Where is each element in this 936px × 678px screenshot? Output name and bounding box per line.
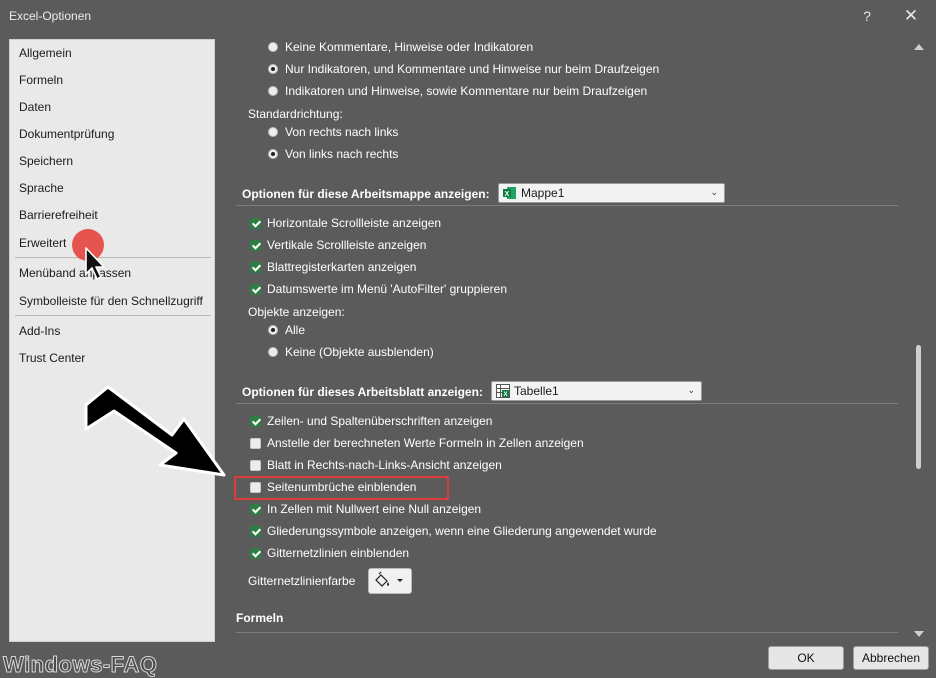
help-button[interactable]: ? — [853, 4, 881, 28]
nav-item-add-ins[interactable]: Add-Ins — [19, 324, 60, 338]
workbook-dropdown[interactable]: X Mappe1 ⌄ — [498, 183, 725, 203]
nav-item-erweitert[interactable]: Erweitert — [19, 236, 66, 250]
radio-rtl[interactable]: Von rechts nach links — [268, 122, 398, 142]
radio-button[interactable] — [268, 64, 278, 74]
worksheet-dropdown-value: Tabelle1 — [514, 384, 559, 398]
direction-label: Standardrichtung: — [248, 107, 343, 121]
worksheet-icon: X — [496, 384, 510, 398]
cb-row-col-headers[interactable]: Zeilen- und Spaltenüberschriften anzeige… — [250, 411, 492, 431]
workbook-section-label: Optionen für diese Arbeitsmappe anzeigen… — [242, 187, 490, 201]
checkbox[interactable] — [250, 283, 261, 295]
nav-item-schnellzugriff[interactable]: Symbolleiste für den Schnellzugriff — [19, 294, 203, 308]
cb-vertical-scroll[interactable]: Vertikale Scrollleiste anzeigen — [250, 235, 426, 255]
radio-button[interactable] — [268, 325, 278, 335]
cb-show-formulas[interactable]: Anstelle der berechneten Werte Formeln i… — [250, 433, 584, 453]
nav-item-barrierefreiheit[interactable]: Barrierefreiheit — [19, 208, 98, 222]
workbook-dropdown-value: Mappe1 — [521, 186, 565, 200]
chevron-down-icon: ⌄ — [687, 385, 695, 395]
formulas-section-label: Formeln — [236, 611, 284, 625]
paint-bucket-icon — [375, 571, 403, 587]
section-divider — [236, 403, 898, 404]
cb-sheet-tabs[interactable]: Blattregisterkarten anzeigen — [250, 257, 416, 277]
checkbox[interactable] — [250, 525, 261, 537]
checkbox[interactable] — [250, 437, 261, 449]
nav-divider — [15, 315, 211, 316]
objects-label: Objekte anzeigen: — [248, 305, 345, 319]
cb-group-dates[interactable]: Datumswerte im Menü 'AutoFilter' gruppie… — [250, 279, 507, 299]
cb-outline-symbols[interactable]: Gliederungssymbole anzeigen, wenn eine G… — [250, 521, 657, 541]
checkbox[interactable] — [250, 415, 261, 427]
nav-divider — [15, 257, 211, 258]
radio-button[interactable] — [268, 42, 278, 52]
cb-rtl-view[interactable]: Blatt in Rechts-nach-Links-Ansicht anzei… — [250, 455, 502, 475]
scroll-up-icon[interactable] — [914, 44, 924, 50]
radio-button[interactable] — [268, 347, 278, 357]
radio-button[interactable] — [268, 149, 278, 159]
radio-button[interactable] — [268, 86, 278, 96]
radio-comments-indicators-hints[interactable]: Indikatoren und Hinweise, sowie Kommenta… — [268, 81, 647, 101]
worksheet-dropdown[interactable]: X Tabelle1 ⌄ — [491, 381, 702, 401]
category-nav: Allgemein Formeln Daten Dokumentprüfung … — [9, 39, 215, 642]
radio-button[interactable] — [268, 127, 278, 137]
dialog-title: Excel-Optionen — [9, 9, 92, 23]
gridline-color-label: Gitternetzlinienfarbe — [248, 574, 356, 588]
nav-item-formeln[interactable]: Formeln — [19, 73, 63, 87]
checkbox[interactable] — [250, 217, 261, 229]
radio-comments-indicators-only[interactable]: Nur Indikatoren, und Kommentare und Hinw… — [268, 59, 659, 79]
nav-item-allgemein[interactable]: Allgemein — [19, 46, 72, 60]
close-button[interactable]: ✕ — [897, 4, 925, 28]
chevron-down-icon: ⌄ — [710, 187, 718, 197]
cb-horizontal-scroll[interactable]: Horizontale Scrollleiste anzeigen — [250, 213, 441, 233]
checkbox[interactable] — [250, 547, 261, 559]
scrollbar-thumb[interactable] — [916, 345, 921, 469]
gridline-color-button[interactable] — [368, 568, 412, 594]
checkbox[interactable] — [250, 503, 261, 515]
radio-objects-all[interactable]: Alle — [268, 320, 305, 340]
excel-workbook-icon: X — [503, 186, 517, 200]
title-bar: Excel-Optionen ? ✕ — [0, 0, 936, 32]
mouse-cursor-icon — [85, 247, 105, 280]
scroll-down-icon[interactable] — [914, 631, 924, 637]
cb-gridlines[interactable]: Gitternetzlinien einblenden — [250, 543, 409, 563]
cancel-button[interactable]: Abbrechen — [853, 646, 929, 670]
checkbox[interactable] — [250, 261, 261, 273]
vertical-scrollbar[interactable] — [911, 39, 927, 642]
nav-item-trust-center[interactable]: Trust Center — [19, 351, 85, 365]
svg-text:X: X — [505, 191, 510, 198]
options-content: Keine Kommentare, Hinweise oder Indikato… — [224, 34, 910, 642]
radio-ltr[interactable]: Von links nach rechts — [268, 144, 398, 164]
checkbox[interactable] — [250, 239, 261, 251]
checkbox[interactable] — [250, 459, 261, 471]
nav-item-menueband[interactable]: Menüband anpassen — [19, 266, 131, 280]
ok-button[interactable]: OK — [768, 646, 844, 670]
radio-objects-none[interactable]: Keine (Objekte ausblenden) — [268, 342, 434, 362]
watermark: Windows-FAQ — [2, 652, 158, 678]
nav-item-speichern[interactable]: Speichern — [19, 154, 73, 168]
section-divider — [236, 632, 898, 633]
cb-zero-values[interactable]: In Zellen mit Nullwert eine Null anzeige… — [250, 499, 481, 519]
pointer-arrow-icon — [84, 385, 226, 477]
radio-comments-none[interactable]: Keine Kommentare, Hinweise oder Indikato… — [268, 37, 533, 57]
excel-options-dialog: Excel-Optionen ? ✕ Allgemein Formeln Dat… — [0, 0, 936, 678]
worksheet-section-label: Optionen für dieses Arbeitsblatt anzeige… — [242, 385, 483, 399]
svg-text:X: X — [503, 392, 507, 398]
nav-item-sprache[interactable]: Sprache — [19, 181, 64, 195]
page-breaks-highlight — [234, 476, 449, 500]
nav-item-daten[interactable]: Daten — [19, 100, 51, 114]
nav-item-dokumentpruefung[interactable]: Dokumentprüfung — [19, 127, 114, 141]
section-divider — [236, 205, 898, 206]
